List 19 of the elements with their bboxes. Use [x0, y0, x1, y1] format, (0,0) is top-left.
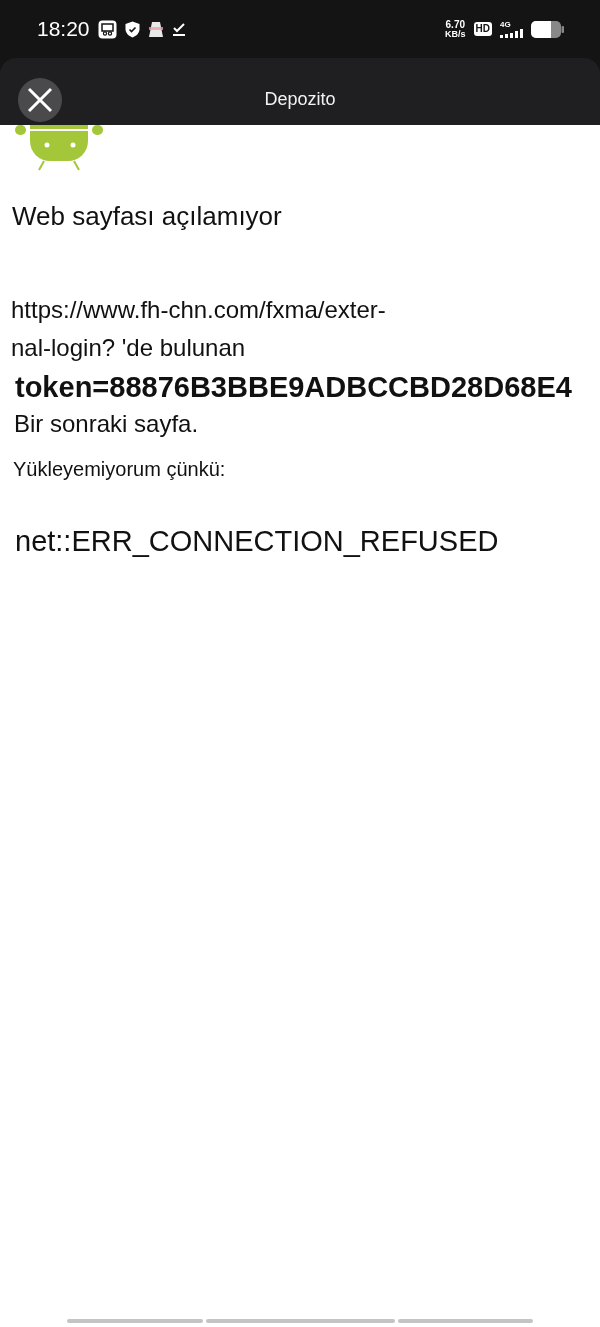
- error-heading: Web sayfası açılamıyor: [12, 200, 282, 234]
- screenshot-icon: [97, 19, 117, 39]
- close-icon: [27, 87, 53, 113]
- download-done-icon: [171, 22, 186, 36]
- error-code: net::ERR_CONNECTION_REFUSED: [14, 524, 499, 560]
- reason-label: Yükleyemiyorum çünkü:: [12, 457, 226, 483]
- page-title: Depozito: [264, 88, 336, 111]
- network-type: 4G: [500, 20, 512, 29]
- clock-time: 18:20: [37, 16, 90, 43]
- hd-badge: HD: [473, 22, 492, 36]
- network-speed: 6.70 KB/s: [445, 19, 466, 39]
- url-text: https://www.fh-chn.com/fxma/exter-: [11, 296, 386, 324]
- next-page-text: Bir sonraki sayfa.: [13, 409, 199, 440]
- battery-icon: [531, 20, 564, 38]
- shield-icon: [124, 20, 140, 38]
- signal-icon: [500, 28, 523, 38]
- token-text: token=88876B3BBE9ADBCCBD28D68E4: [14, 370, 572, 406]
- url-text: nal-login? 'de bulunan: [11, 334, 246, 362]
- close-button[interactable]: [18, 78, 62, 122]
